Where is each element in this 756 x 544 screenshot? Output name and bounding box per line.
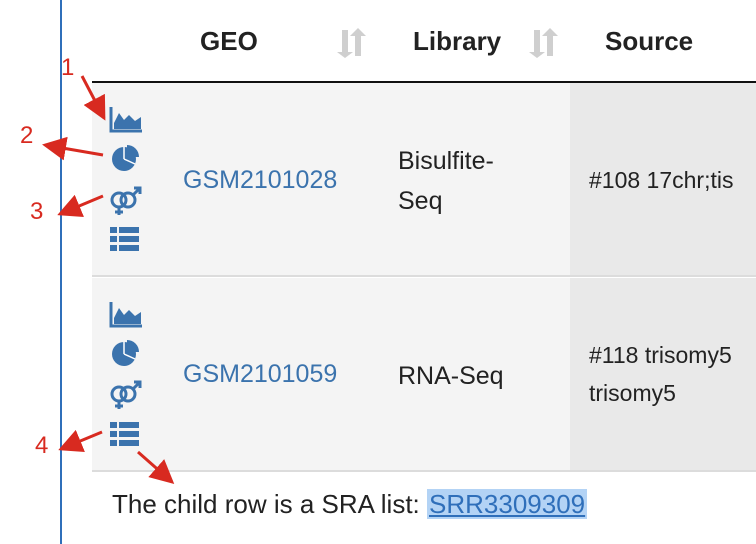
annotation-number: 3 <box>30 198 44 225</box>
annotation-number: 1 <box>61 54 75 81</box>
annotation-number: 4 <box>35 432 49 459</box>
annotation-arrow-3 <box>57 194 104 217</box>
annotation-arrow-4b <box>137 450 175 484</box>
annotation-arrow-2 <box>42 136 104 161</box>
annotation-number: 2 <box>20 122 34 149</box>
annotation-arrows <box>42 75 175 484</box>
annotation-arrow-4a <box>58 429 103 453</box>
annotation-arrow-1 <box>80 75 106 121</box>
